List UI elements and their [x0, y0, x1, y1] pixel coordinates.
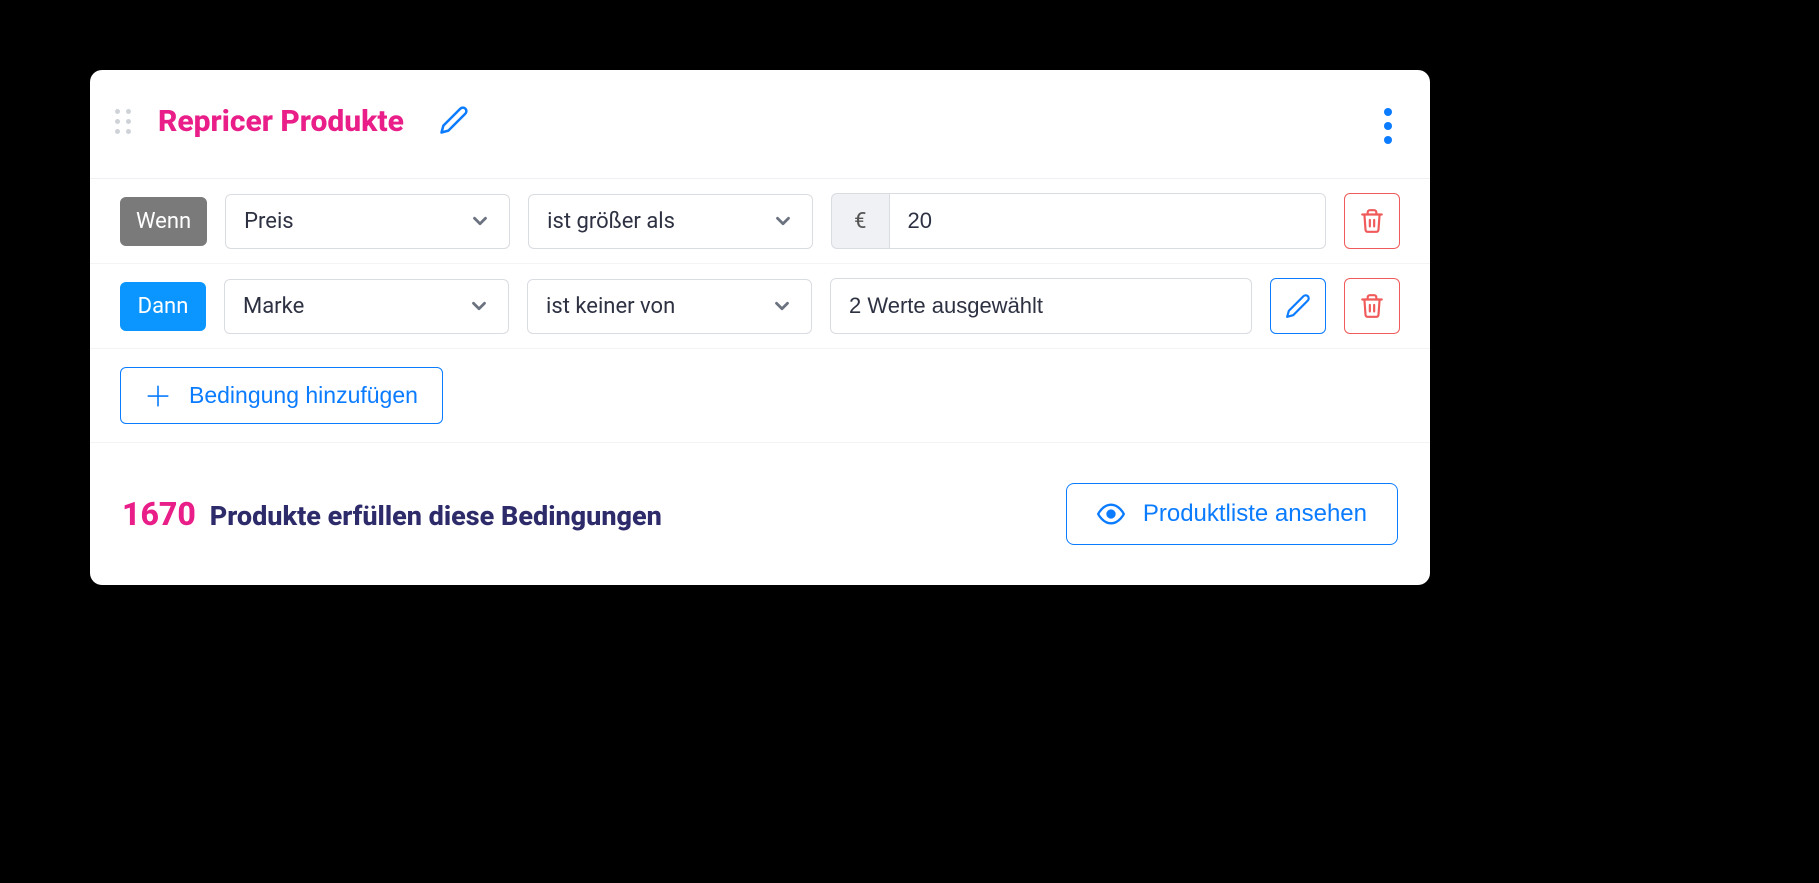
value-input[interactable]: [830, 278, 1252, 334]
delete-condition-button[interactable]: [1344, 193, 1400, 249]
when-badge: Wenn: [120, 197, 207, 246]
more-menu-button[interactable]: [1376, 100, 1400, 152]
field-select[interactable]: Marke: [224, 279, 509, 334]
value-input[interactable]: [889, 193, 1326, 249]
condition-row: Dann Marke ist keiner von: [90, 264, 1430, 349]
field-select[interactable]: Preis: [225, 194, 510, 249]
condition-row: Wenn Preis ist größer als €: [90, 179, 1430, 264]
operator-select-label: ist größer als: [547, 209, 675, 234]
dots-vertical-icon: [1384, 108, 1392, 116]
rule-card: Repricer Produkte Wenn Preis ist größer …: [90, 70, 1430, 585]
chevron-down-icon: [772, 210, 794, 232]
drag-handle-icon[interactable]: [115, 109, 133, 135]
add-condition-row: Bedingung hinzufügen: [90, 349, 1430, 443]
trash-icon: [1359, 293, 1385, 319]
pencil-icon: [439, 105, 469, 135]
currency-prefix: €: [831, 193, 888, 249]
value-input-group: €: [831, 193, 1326, 249]
edit-condition-button[interactable]: [1270, 278, 1326, 334]
operator-select[interactable]: ist größer als: [528, 194, 813, 249]
field-select-label: Marke: [243, 294, 304, 319]
operator-select[interactable]: ist keiner von: [527, 279, 812, 334]
plus-icon: [145, 383, 171, 409]
result-summary: 1670 Produkte erfüllen diese Bedingungen: [122, 495, 662, 533]
operator-select-label: ist keiner von: [546, 294, 675, 319]
result-count: 1670: [122, 495, 196, 533]
card-header: Repricer Produkte: [90, 70, 1430, 178]
chevron-down-icon: [469, 210, 491, 232]
add-condition-label: Bedingung hinzufügen: [189, 382, 418, 409]
view-product-list-button[interactable]: Produktliste ansehen: [1066, 483, 1398, 545]
add-condition-button[interactable]: Bedingung hinzufügen: [120, 367, 443, 424]
then-badge: Dann: [120, 282, 206, 331]
card-title: Repricer Produkte: [158, 104, 404, 139]
eye-icon: [1097, 500, 1125, 528]
view-list-label: Produktliste ansehen: [1143, 500, 1367, 528]
edit-title-button[interactable]: [434, 100, 474, 143]
trash-icon: [1359, 208, 1385, 234]
pencil-icon: [1285, 293, 1311, 319]
chevron-down-icon: [468, 295, 490, 317]
card-footer: 1670 Produkte erfüllen diese Bedingungen…: [90, 443, 1430, 585]
chevron-down-icon: [771, 295, 793, 317]
field-select-label: Preis: [244, 209, 294, 234]
delete-condition-button[interactable]: [1344, 278, 1400, 334]
result-text: Produkte erfüllen diese Bedingungen: [210, 500, 662, 532]
